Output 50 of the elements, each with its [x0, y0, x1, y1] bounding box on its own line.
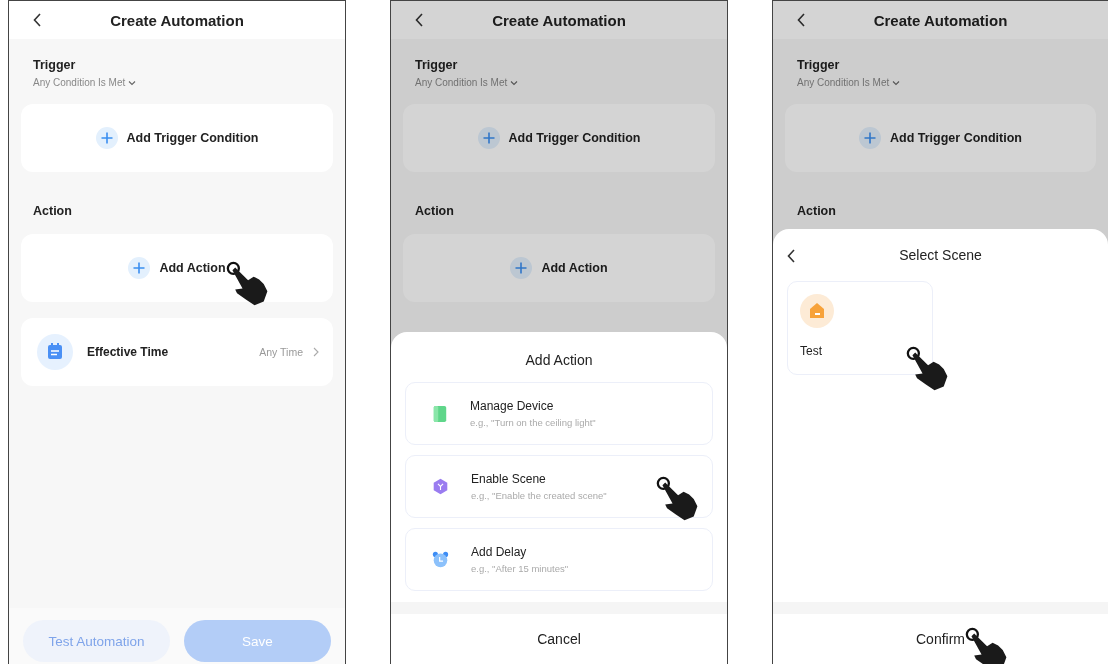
effective-time-label: Effective Time [87, 345, 170, 359]
plus-icon [477, 127, 500, 149]
alarm-clock-icon [432, 551, 449, 568]
plus-icon [128, 257, 151, 279]
plus-icon [859, 127, 882, 149]
section-label: Action [415, 204, 455, 218]
option-hint: e.g., "Enable the created scene" [471, 490, 607, 501]
plus-icon [95, 127, 118, 149]
chevron-down-icon [510, 79, 519, 86]
chevron-down-icon [892, 79, 901, 86]
option-title: Manage Device [470, 399, 555, 413]
option-title: Add Delay [471, 545, 528, 559]
add-trigger-button[interactable]: Add Trigger Condition [477, 127, 641, 149]
section-label: Trigger [797, 58, 841, 72]
back-icon[interactable] [415, 13, 423, 27]
add-trigger-button[interactable]: Add Trigger Condition [859, 127, 1022, 149]
option-hint: e.g., "After 15 minutes" [471, 563, 569, 574]
action-option[interactable]: Enable Scene e.g., "Enable the created scene" [405, 455, 713, 518]
condition-dropdown[interactable]: Any Condition Is Met [33, 77, 126, 88]
scene-name: Test [800, 344, 823, 358]
back-icon[interactable] [33, 13, 41, 27]
calendar-icon [37, 334, 73, 370]
section-label: Trigger [33, 58, 77, 72]
option-hint: e.g., "Turn on the ceiling light" [470, 417, 596, 428]
section-label: Action [33, 204, 73, 218]
add-action-button[interactable]: Add Action [510, 257, 608, 279]
screen-title: Create Automation [492, 11, 626, 29]
confirm-button[interactable]: Confirm [916, 631, 965, 647]
cancel-button[interactable]: Cancel [537, 631, 581, 647]
chevron-down-icon [128, 79, 137, 86]
action-option[interactable]: Add Delay e.g., "After 15 minutes" [405, 528, 713, 591]
action-option[interactable]: Manage Device e.g., "Turn on the ceiling light" [405, 382, 713, 445]
sheet-title: Select Scene [899, 247, 982, 263]
screen-title: Create Automation [110, 11, 244, 29]
house-icon [800, 294, 834, 328]
option-title: Enable Scene [471, 472, 547, 486]
chevron-right-icon [313, 347, 319, 357]
add-action-button[interactable]: Add Action [128, 257, 226, 279]
effective-time-row[interactable]: Effective Time Any Time [21, 318, 333, 386]
effective-time-value: Any Time [259, 346, 303, 358]
device-icon [432, 404, 448, 423]
screen-title: Create Automation [873, 11, 1008, 29]
back-icon[interactable] [787, 249, 795, 263]
add-trigger-button[interactable]: Add Trigger Condition [95, 127, 259, 149]
section-label: Action [797, 204, 837, 218]
sheet-title: Add Action [524, 351, 594, 370]
back-icon[interactable] [797, 13, 805, 27]
section-label: Trigger [415, 58, 459, 72]
plus-icon [510, 257, 533, 279]
hexagon-icon [432, 478, 449, 495]
